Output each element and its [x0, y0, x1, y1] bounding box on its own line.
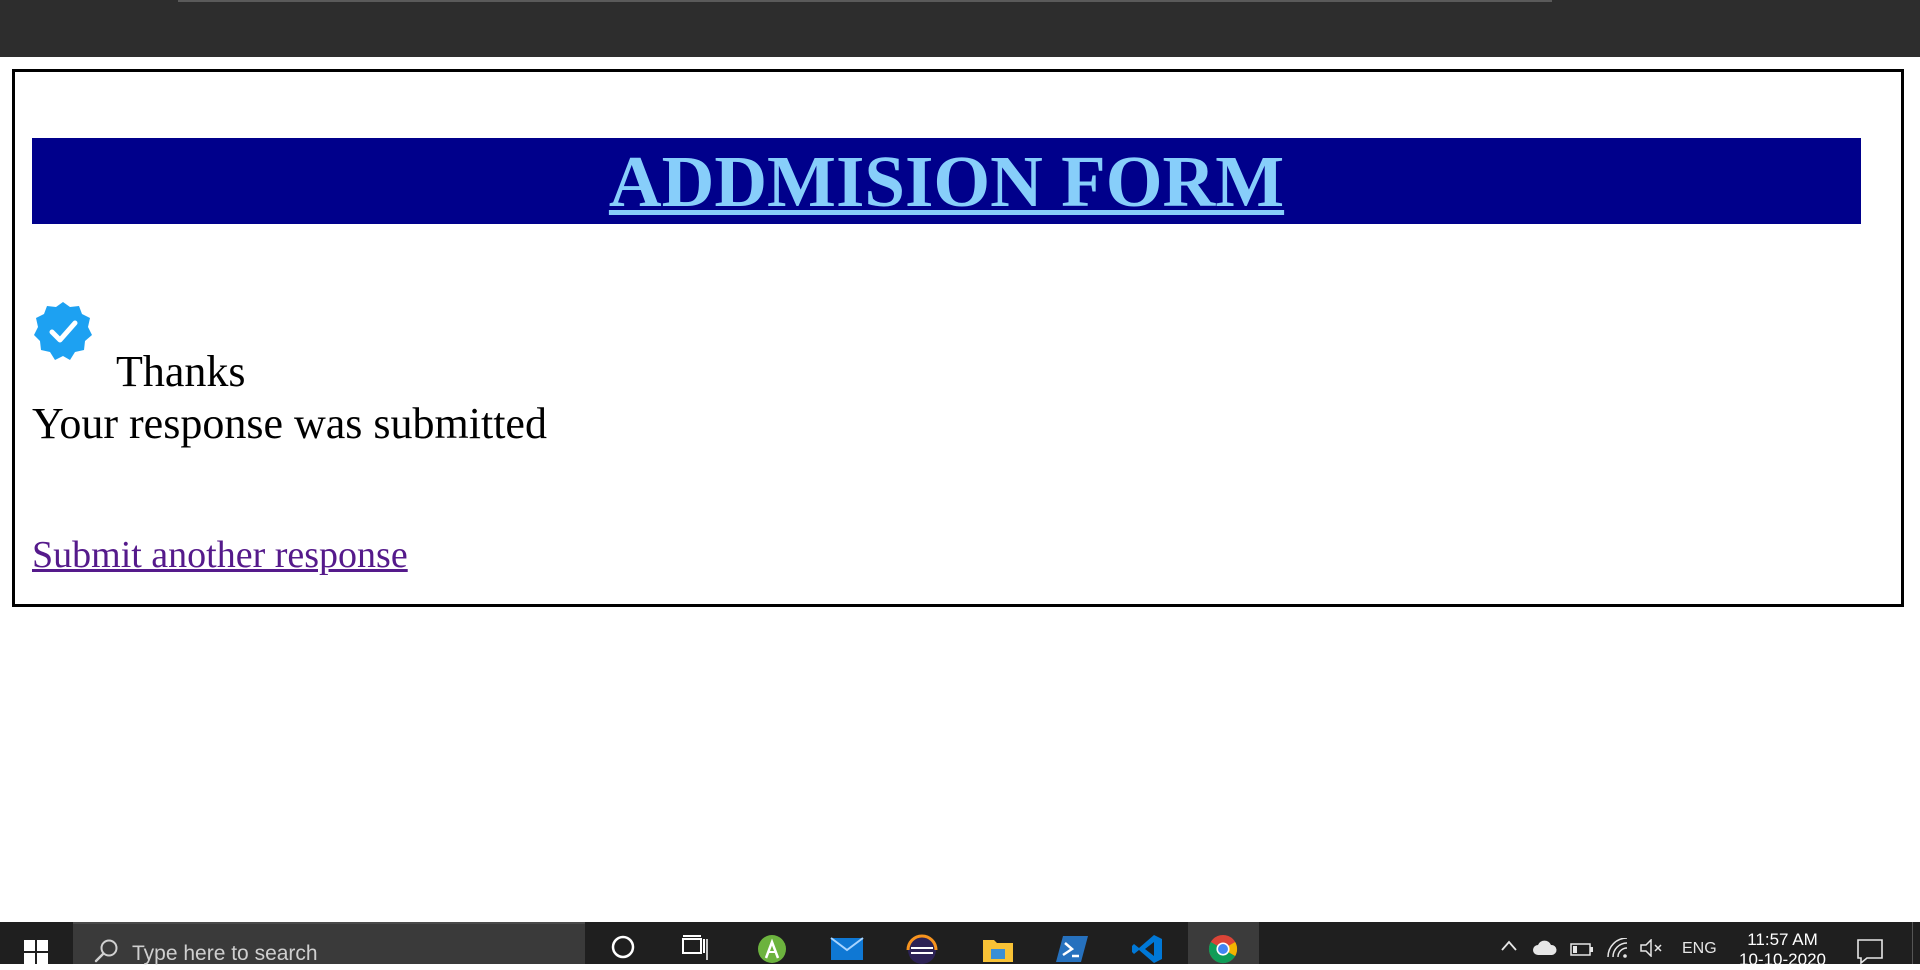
- clock-date: 10-10-2020: [1739, 950, 1826, 969]
- android-studio-icon: [758, 935, 786, 963]
- android-studio-button[interactable]: [755, 934, 789, 964]
- chevron-up-icon: [1501, 940, 1517, 951]
- chrome-button[interactable]: [1206, 934, 1240, 964]
- onedrive-icon: [1533, 940, 1557, 955]
- chrome-icon: [1208, 934, 1238, 964]
- windows-start-icon: [24, 940, 48, 964]
- task-view-icon: [682, 935, 708, 960]
- eclipse-button[interactable]: [905, 934, 939, 964]
- verified-check-icon: [34, 302, 92, 360]
- submit-another-response-link[interactable]: Submit another response: [32, 536, 408, 574]
- search-placeholder: Type here to search: [132, 942, 318, 965]
- clock-time: 11:57 AM: [1747, 930, 1818, 949]
- windows-taskbar: Type here to search ENG 11:57 AM 10-10-2…: [0, 922, 1920, 969]
- notification-icon[interactable]: [1855, 938, 1885, 964]
- start-button[interactable]: [0, 922, 72, 964]
- vscode-icon: [1132, 935, 1162, 963]
- volume-button[interactable]: [1640, 938, 1664, 962]
- taskbar-search-box[interactable]: Type here to search: [73, 922, 585, 965]
- browser-top-bar: [0, 0, 1920, 57]
- cortana-icon: [611, 935, 635, 959]
- taskbar-clock[interactable]: 11:57 AM 10-10-2020: [1730, 930, 1835, 970]
- browser-scroll-track: [178, 0, 1552, 2]
- wifi-icon: [1607, 937, 1628, 958]
- battery-icon: [1570, 943, 1593, 956]
- powershell-icon: [1056, 936, 1088, 962]
- thanks-heading: Thanks: [116, 347, 246, 396]
- battery-button[interactable]: [1570, 942, 1594, 961]
- file-explorer-icon: [983, 940, 1013, 962]
- search-icon: [94, 939, 118, 963]
- volume-muted-icon: [1640, 938, 1662, 958]
- wifi-button[interactable]: [1606, 937, 1628, 963]
- vscode-button[interactable]: [1130, 934, 1164, 964]
- form-header-banner: ADDMISION FORM: [32, 138, 1861, 224]
- page-content: ADDMISION FORM Thanks Your response was …: [0, 57, 1920, 922]
- tray-overflow-button[interactable]: [1500, 938, 1518, 957]
- form-title-link[interactable]: ADDMISION FORM: [609, 145, 1284, 218]
- mail-button[interactable]: [830, 934, 864, 964]
- task-view-button[interactable]: [678, 934, 712, 964]
- file-explorer-button[interactable]: [981, 934, 1015, 964]
- mail-icon: [830, 937, 864, 960]
- cortana-button[interactable]: [606, 934, 640, 964]
- submission-message: Your response was submitted: [32, 399, 547, 448]
- language-indicator[interactable]: ENG: [1682, 940, 1717, 958]
- eclipse-icon: [906, 934, 938, 964]
- onedrive-button[interactable]: [1532, 940, 1558, 961]
- powershell-button[interactable]: [1055, 934, 1089, 964]
- show-desktop-button[interactable]: [1912, 922, 1920, 964]
